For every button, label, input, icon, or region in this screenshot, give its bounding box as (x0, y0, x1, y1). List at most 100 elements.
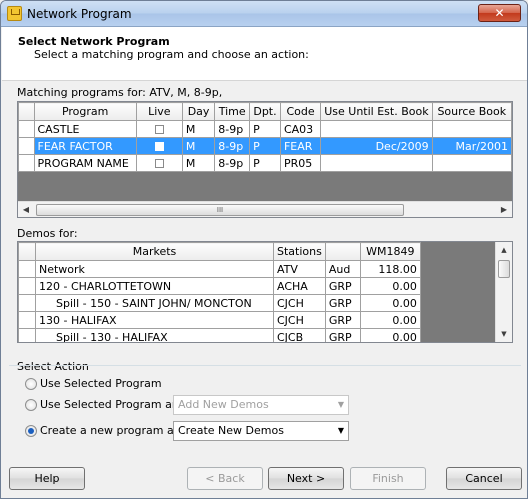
day-cell: M (181, 137, 216, 155)
code-cell: FEAR (279, 137, 322, 155)
time-cell: 8-9p (214, 120, 251, 138)
programs-grid-body: Program Live Day Time Dpt. Code Use Unti… (18, 102, 512, 202)
row-header[interactable] (18, 154, 35, 172)
col-code[interactable]: Code (279, 102, 322, 121)
col-wm1849[interactable]: WM1849 (359, 242, 421, 261)
row-header[interactable] (18, 277, 36, 295)
demos-vertical-scrollbar[interactable]: ▲ ▼ (495, 242, 512, 342)
col-use-until[interactable]: Use Until Est. Book (320, 102, 433, 121)
value-cell[interactable]: 118.00 (359, 260, 421, 278)
col-dpt[interactable]: Dpt. (249, 102, 281, 121)
live-cell[interactable] (135, 154, 183, 172)
use-until-cell (320, 154, 433, 172)
scroll-thumb[interactable]: III (36, 204, 404, 216)
col-day[interactable]: Day (181, 102, 216, 121)
demo-row[interactable]: Spill - 150 - SAINT JOHN/ MONCTON CJCH GRP… (18, 294, 421, 312)
row-header[interactable] (18, 260, 36, 278)
day-cell: M (181, 154, 216, 172)
station-cell: ACHA (273, 277, 326, 295)
cancel-button[interactable]: Cancel (446, 467, 522, 490)
option-use-selected-and[interactable]: Use Selected Program and (25, 398, 186, 411)
window-title: Network Program (27, 7, 132, 21)
live-checkbox[interactable] (154, 142, 164, 151)
demos-header-row: Markets Stations WM1849 (18, 242, 421, 261)
scroll-right-icon[interactable]: ▶ (496, 202, 512, 217)
row-header-corner (18, 242, 36, 261)
live-checkbox[interactable] (154, 159, 164, 168)
live-cell[interactable] (135, 137, 183, 155)
finish-button[interactable]: Finish (350, 467, 426, 490)
value-cell[interactable]: 0.00 (359, 277, 421, 295)
value-cell[interactable]: 0.00 (359, 328, 421, 342)
market-cell: Network (35, 260, 274, 278)
scroll-down-icon[interactable]: ▼ (496, 326, 512, 342)
programs-label: Matching programs for: ATV, M, 8-9p, (17, 86, 223, 99)
col-live[interactable]: Live (135, 102, 183, 121)
station-cell: CJCH (273, 294, 326, 312)
program-cell: PROGRAM NAME (33, 154, 137, 172)
program-row[interactable]: CASTLE M 8-9p P CA03 (18, 120, 512, 138)
source-book-cell (431, 120, 512, 138)
title-bar[interactable]: Network Program ✕ (1, 1, 527, 27)
live-cell[interactable] (135, 120, 183, 138)
help-button[interactable]: Help (9, 467, 85, 490)
scroll-thumb[interactable] (498, 260, 510, 278)
dpt-cell: P (249, 154, 281, 172)
type-cell: GRP (324, 277, 361, 295)
market-cell: Spill - 130 - HALIFAX (35, 328, 274, 342)
option-create-new[interactable]: Create a new program and (25, 424, 188, 437)
radio-create-new[interactable] (25, 424, 37, 437)
row-header[interactable] (18, 328, 36, 342)
dpt-cell: P (249, 120, 281, 138)
col-stations[interactable]: Stations (273, 242, 326, 261)
dpt-cell: P (249, 137, 281, 155)
radio-use-selected[interactable] (25, 377, 37, 390)
row-header[interactable] (18, 120, 35, 138)
station-cell: CJCB (273, 328, 326, 342)
value-cell[interactable]: 0.00 (359, 311, 421, 329)
col-time[interactable]: Time (214, 102, 251, 121)
live-checkbox[interactable] (154, 125, 164, 134)
header-pane: Select Network Program Select a matching… (2, 27, 527, 81)
combo-value: Add New Demos (178, 398, 269, 411)
row-header[interactable] (18, 137, 35, 155)
scroll-left-icon[interactable]: ◀ (18, 202, 34, 217)
market-cell: Spill - 150 - SAINT JOHN/ MONCTON (35, 294, 274, 312)
program-row[interactable]: PROGRAM NAME M 8-9p P PR05 (18, 154, 512, 172)
row-header[interactable] (18, 294, 36, 312)
demos-table: Markets Stations WM1849 Network ATV Aud 118… (18, 242, 421, 342)
close-button[interactable]: ✕ (478, 4, 521, 22)
code-cell: CA03 (279, 120, 322, 138)
program-row[interactable]: FEAR FACTOR M 8-9p P FEAR Dec/2009 Mar/2001 (18, 137, 512, 155)
option-use-selected[interactable]: Use Selected Program (25, 377, 162, 390)
demos-grid[interactable]: Markets Stations WM1849 Network ATV Aud 118… (17, 241, 513, 343)
chevron-down-icon[interactable]: ▼ (338, 422, 344, 440)
scroll-up-icon[interactable]: ▲ (496, 242, 512, 258)
row-header[interactable] (18, 311, 36, 329)
programs-grid[interactable]: Program Live Day Time Dpt. Code Use Unti… (17, 101, 513, 218)
col-program[interactable]: Program (33, 102, 137, 121)
value-cell[interactable]: 0.00 (359, 294, 421, 312)
network-program-dialog: Network Program ✕ Select Network Program… (0, 0, 528, 499)
col-source-book[interactable]: Source Book (431, 102, 512, 121)
col-type[interactable] (324, 242, 361, 261)
next-button[interactable]: Next > (268, 467, 344, 490)
programs-horizontal-scrollbar[interactable]: ◀ III ▶ (18, 201, 512, 217)
demo-row[interactable]: Network ATV Aud 118.00 (18, 260, 421, 278)
add-demos-combo: Add New Demos ▼ (173, 395, 349, 415)
combo-value: Create New Demos (178, 424, 284, 437)
market-cell: 130 - HALIFAX (35, 311, 274, 329)
radio-use-selected-and[interactable] (25, 398, 37, 411)
create-demos-combo[interactable]: Create New Demos ▼ (173, 421, 349, 441)
option-label: Use Selected Program and (40, 398, 186, 411)
col-markets[interactable]: Markets (35, 242, 274, 261)
type-cell: GRP (324, 311, 361, 329)
program-cell: FEAR FACTOR (33, 137, 137, 155)
program-cell: CASTLE (33, 120, 137, 138)
demos-label: Demos for: (17, 227, 78, 240)
station-cell: ATV (273, 260, 326, 278)
back-button[interactable]: < Back (187, 467, 263, 490)
demo-row[interactable]: 130 - HALIFAX CJCH GRP 0.00 (18, 311, 421, 329)
demo-row[interactable]: Spill - 130 - HALIFAX CJCB GRP 0.00 (18, 328, 421, 342)
demo-row[interactable]: 120 - CHARLOTTETOWN ACHA GRP 0.00 (18, 277, 421, 295)
